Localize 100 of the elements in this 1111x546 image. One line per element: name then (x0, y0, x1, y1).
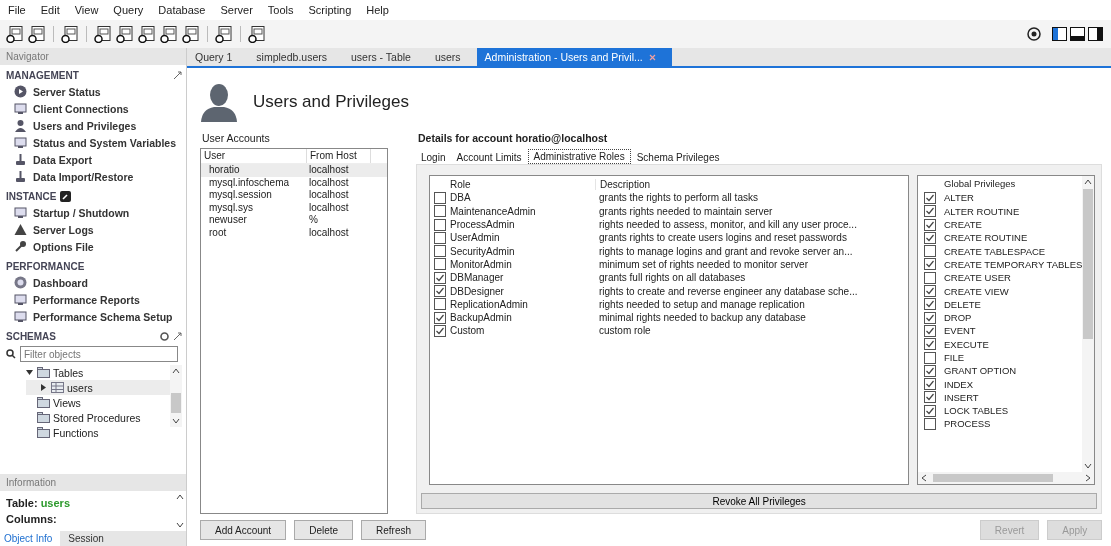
tree-item[interactable]: Functions (26, 425, 170, 440)
checkbox[interactable] (924, 324, 936, 337)
tab[interactable]: Session (60, 531, 112, 546)
document-icon[interactable] (248, 25, 266, 43)
checkbox[interactable] (924, 231, 936, 244)
checkbox[interactable] (924, 298, 936, 311)
action-button[interactable]: Add Account (200, 520, 287, 540)
sidebar-item[interactable]: Dashboard (6, 274, 182, 291)
menu-item[interactable]: Edit (40, 4, 60, 16)
checkbox[interactable] (924, 391, 936, 404)
sidebar-item[interactable]: Data Export (6, 151, 182, 168)
scroll-down-icon[interactable] (1084, 463, 1093, 469)
checkbox[interactable] (434, 285, 446, 297)
scroll-right-icon[interactable] (1085, 474, 1092, 482)
column-header[interactable]: From Host (307, 149, 371, 163)
tab[interactable]: users - Table (343, 48, 427, 66)
checkbox[interactable] (434, 324, 446, 337)
document-icon[interactable] (61, 25, 79, 43)
document-icon[interactable] (160, 25, 178, 43)
checkbox[interactable] (924, 285, 936, 297)
tab[interactable]: users (426, 48, 477, 66)
account-row[interactable]: horatio localhost (201, 164, 387, 177)
account-row[interactable]: root localhost (201, 226, 387, 239)
checkbox[interactable] (924, 271, 936, 284)
tree-item[interactable]: users (26, 380, 170, 395)
checkbox[interactable] (924, 418, 936, 430)
menu-item[interactable]: Query (113, 4, 144, 16)
checkbox[interactable] (434, 311, 446, 324)
filter-field[interactable]: Filter objects (20, 346, 178, 362)
checkbox[interactable] (924, 378, 936, 391)
menu-item[interactable]: Help (366, 4, 389, 16)
menu-item[interactable]: Tools (267, 4, 294, 16)
menu-item[interactable]: Database (158, 4, 206, 16)
action-button[interactable]: Refresh (361, 520, 427, 540)
caret-icon[interactable] (26, 369, 33, 376)
scrollbar[interactable] (1082, 176, 1095, 472)
document-icon[interactable] (138, 25, 156, 43)
checkbox[interactable] (434, 245, 446, 258)
tab[interactable]: Administration - Users and Privil... (476, 48, 672, 66)
checkbox[interactable] (924, 404, 936, 417)
account-row[interactable]: newuser % (201, 214, 387, 227)
checkbox[interactable] (434, 298, 446, 311)
scrollbar[interactable] (170, 365, 182, 427)
sidebar-item[interactable]: Data Import/Restore (6, 168, 182, 185)
tab[interactable]: Administrative Roles (527, 149, 631, 164)
tab[interactable]: Query 1 (187, 48, 249, 66)
checkbox[interactable] (434, 205, 446, 218)
expand-icon[interactable] (173, 71, 182, 80)
menu-item[interactable]: View (74, 4, 99, 16)
tab[interactable]: simpledb.users (248, 48, 343, 66)
checkbox[interactable] (924, 311, 936, 324)
scroll-up-icon[interactable] (1084, 179, 1093, 185)
panel-toggle-icon[interactable] (1088, 27, 1103, 41)
column-header[interactable]: Global Privileges (924, 178, 1083, 192)
menu-item[interactable]: File (8, 4, 26, 16)
menu-item[interactable]: Server (220, 4, 253, 16)
account-row[interactable]: mysql.infoschema localhost (201, 176, 387, 189)
sidebar-toggle-icon[interactable] (1052, 27, 1067, 41)
scrollbar[interactable] (918, 472, 1095, 484)
checkbox[interactable] (924, 205, 936, 218)
checkbox[interactable] (924, 258, 936, 271)
document-icon[interactable] (28, 25, 46, 43)
document-icon[interactable] (94, 25, 112, 43)
tab[interactable]: Object Info (0, 531, 61, 546)
document-icon[interactable] (215, 25, 233, 43)
checkbox[interactable] (434, 191, 446, 204)
menu-item[interactable]: Scripting (308, 4, 352, 16)
tab[interactable]: Login (416, 151, 451, 164)
tree-item[interactable]: Views (26, 395, 170, 410)
column-header[interactable]: User (201, 149, 307, 163)
checkbox[interactable] (924, 245, 936, 258)
sidebar-item[interactable]: Client Connections (6, 100, 182, 117)
checkbox[interactable] (924, 364, 936, 377)
checkbox[interactable] (924, 191, 936, 204)
account-row[interactable]: mysql.session localhost (201, 189, 387, 202)
account-row[interactable]: mysql.sys localhost (201, 201, 387, 214)
tree-item[interactable]: Stored Procedures (26, 410, 170, 425)
document-icon[interactable] (182, 25, 200, 43)
checkbox[interactable] (434, 218, 446, 231)
tab[interactable]: Schema Privileges (631, 151, 725, 164)
tab[interactable]: Account Limits (451, 151, 527, 164)
sidebar-item[interactable]: Performance Schema Setup (6, 308, 182, 325)
checkbox[interactable] (434, 231, 446, 244)
checkbox[interactable] (924, 218, 936, 231)
document-icon[interactable] (116, 25, 134, 43)
expand-icon[interactable] (173, 332, 182, 341)
scroll-left-icon[interactable] (921, 474, 927, 482)
column-header[interactable]: Role (450, 179, 596, 191)
scroll-down-icon[interactable] (176, 522, 184, 528)
checkbox[interactable] (924, 351, 936, 364)
scroll-up-icon[interactable] (172, 368, 180, 374)
checkbox[interactable] (924, 338, 936, 351)
column-header[interactable]: Description (596, 179, 651, 191)
sidebar-item[interactable]: Server Status (6, 83, 182, 100)
scroll-down-icon[interactable] (172, 418, 180, 424)
document-icon[interactable] (6, 25, 24, 43)
caret-icon[interactable] (40, 384, 47, 391)
panel-toggle-icon[interactable] (1070, 27, 1085, 41)
sidebar-item[interactable]: Server Logs (6, 221, 182, 238)
tree-item[interactable]: Tables (26, 365, 170, 380)
